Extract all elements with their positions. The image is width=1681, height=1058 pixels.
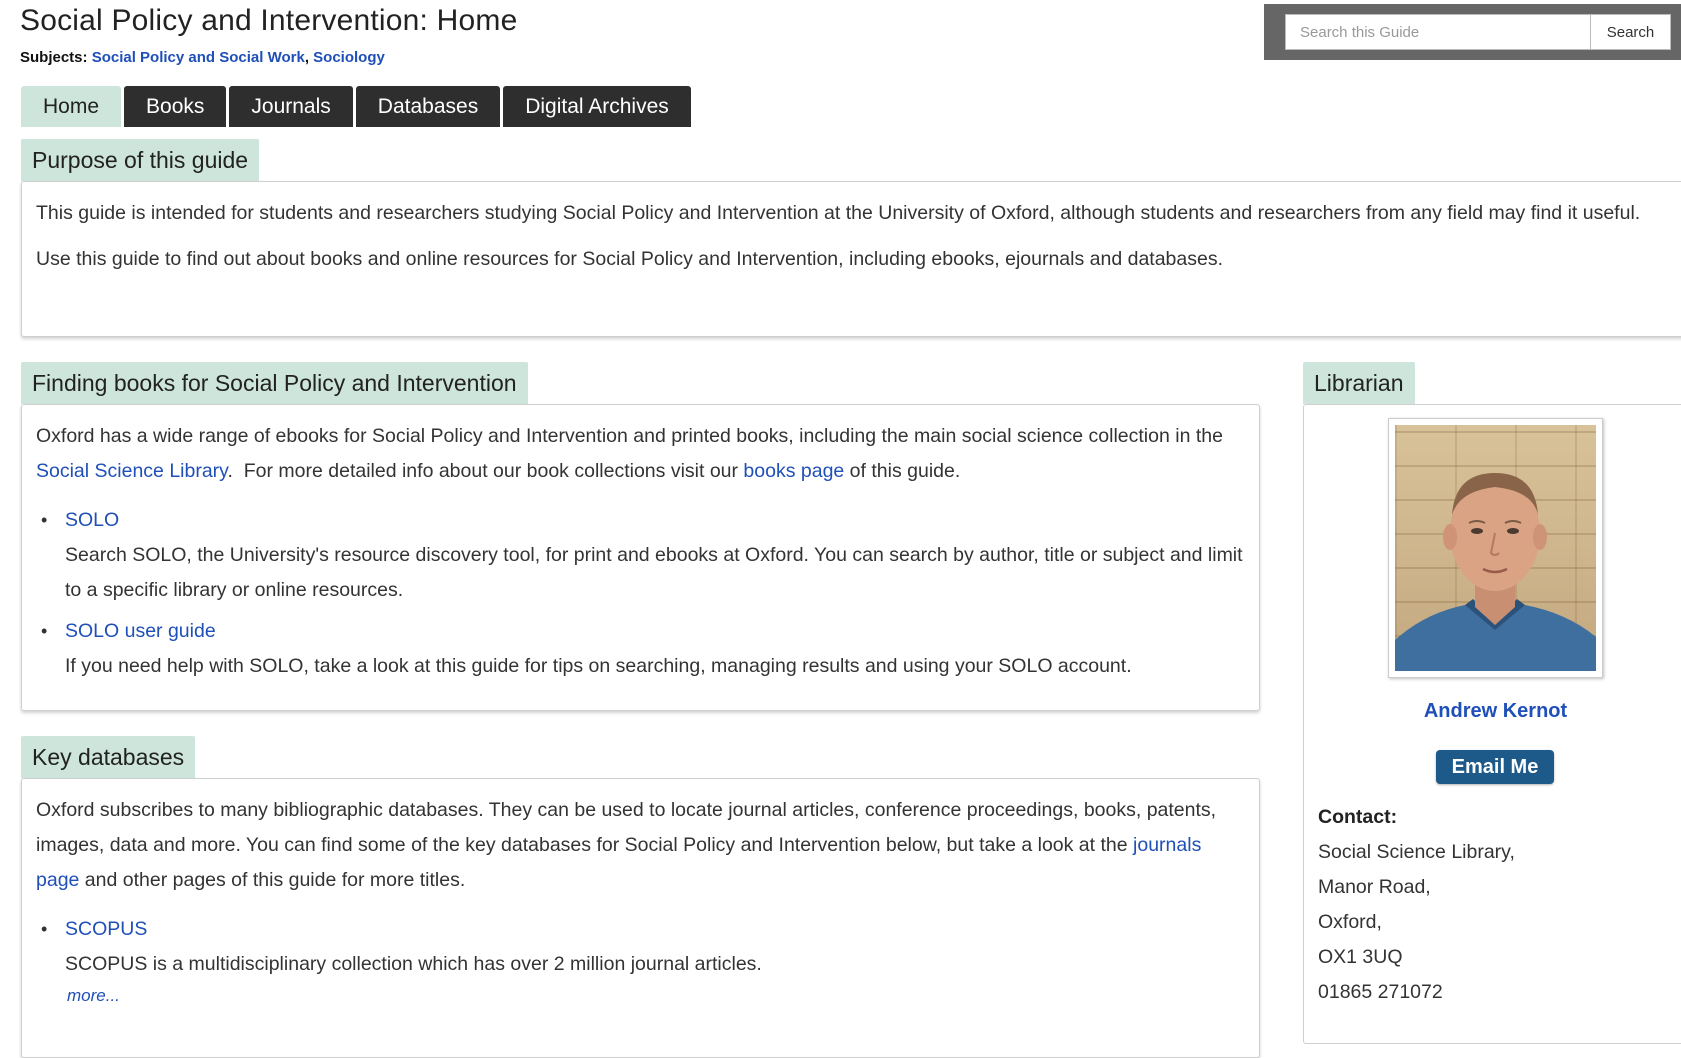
finding-books-intro-text-3: of this guide. [844,460,961,482]
bullet-icon: • [41,621,48,641]
portrait-icon [1395,473,1596,671]
contact-line: Oxford, [1318,911,1382,933]
email-me-button[interactable]: Email Me [1436,750,1554,784]
finding-books-intro-text-2: . For more detailed info about our book … [227,460,744,482]
list-item: • SCOPUS SCOPUS is a multidisciplinary c… [36,912,1245,1017]
purpose-paragraph-1: This guide is intended for students and … [36,202,1641,224]
tab-databases[interactable]: Databases [355,86,501,127]
solo-link[interactable]: SOLO [65,509,119,531]
guide-search-bar: Search [1264,4,1681,60]
books-page-link[interactable]: books page [743,460,844,482]
purpose-box: This guide is intended for students and … [21,181,1681,337]
key-databases-intro-text-1: Oxford subscribes to many bibliographic … [36,799,1217,856]
subjects-separator: , [304,49,314,66]
solo-user-guide-link[interactable]: SOLO user guide [65,620,216,642]
scopus-more-link[interactable]: more... [67,986,120,1005]
page-title: Social Policy and Intervention: Home [20,4,518,37]
subject-link-sociology[interactable]: Sociology [313,49,385,66]
finding-books-list: • SOLO Search SOLO, the University's res… [36,503,1245,684]
contact-line: Social Science Library, [1318,841,1515,863]
librarian-portrait-image [1395,425,1596,671]
contact-line: OX1 3UQ [1318,946,1403,968]
finding-books-heading: Finding books for Social Policy and Inte… [21,362,528,404]
key-databases-intro: Oxford subscribes to many bibliographic … [36,793,1245,898]
librarian-heading: Librarian [1303,362,1415,404]
librarian-contact: Contact: Social Science Library, Manor R… [1318,800,1668,1010]
subjects-label: Subjects: [20,49,88,66]
key-databases-heading: Key databases [21,736,196,778]
librarian-name-link[interactable]: Andrew Kernot [1388,700,1603,723]
search-input[interactable] [1285,14,1591,50]
list-item: • SOLO user guide If you need help with … [36,614,1245,684]
key-databases-list: • SCOPUS SCOPUS is a multidisciplinary c… [36,912,1245,1017]
subject-link-social-policy[interactable]: Social Policy and Social Work [92,49,305,66]
key-databases-intro-text-2: and other pages of this guide for more t… [79,869,466,891]
subjects-line: Subjects: Social Policy and Social Work,… [20,49,385,66]
key-databases-box: Oxford subscribes to many bibliographic … [21,778,1260,1058]
scopus-description: SCOPUS is a multidisciplinary collection… [65,953,762,975]
list-item: • SOLO Search SOLO, the University's res… [36,503,1245,608]
finding-books-box: Oxford has a wide range of ebooks for So… [21,404,1260,711]
purpose-paragraph-2: Use this guide to find out about books a… [36,248,1224,270]
bullet-icon: • [41,510,48,530]
contact-line: 01865 271072 [1318,981,1443,1003]
guide-tabs: Home Books Journals Databases Digital Ar… [21,86,694,127]
finding-books-intro-text-1: Oxford has a wide range of ebooks for So… [36,425,1223,447]
tab-digital-archives[interactable]: Digital Archives [503,86,691,127]
scopus-link[interactable]: SCOPUS [65,918,147,940]
search-button[interactable]: Search [1591,14,1671,50]
solo-user-guide-description: If you need help with SOLO, take a look … [65,655,1132,677]
contact-label: Contact: [1318,806,1398,828]
tab-home[interactable]: Home [21,86,122,127]
librarian-photo [1388,418,1603,678]
bullet-icon: • [41,919,48,939]
social-science-library-link[interactable]: Social Science Library [36,460,227,482]
tab-books[interactable]: Books [124,86,227,127]
contact-line: Manor Road, [1318,876,1431,898]
solo-description: Search SOLO, the University's resource d… [65,544,1243,601]
finding-books-intro: Oxford has a wide range of ebooks for So… [36,419,1245,489]
purpose-heading: Purpose of this guide [21,139,260,181]
tab-journals[interactable]: Journals [229,86,353,127]
